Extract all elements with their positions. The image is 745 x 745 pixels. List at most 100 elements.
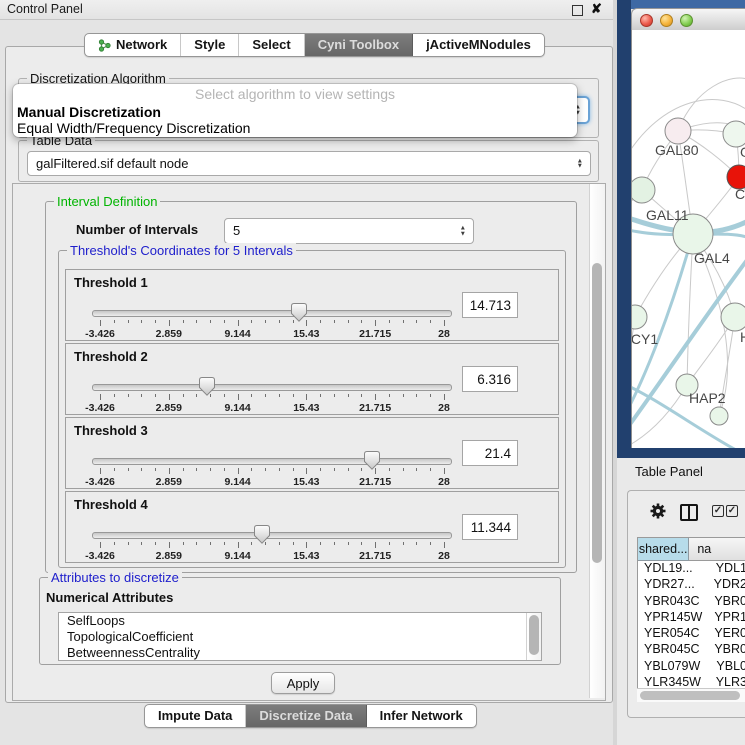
interval-definition-group-label: Interval Definition: [54, 194, 160, 209]
attribute-list-item[interactable]: SelfLoops: [59, 613, 541, 629]
tab-select[interactable]: Select: [239, 34, 304, 56]
network-icon: [98, 39, 111, 52]
control-panel-title: Control Panel: [7, 2, 83, 16]
threshold-4-panel: Threshold 4 -3.4262.8599.14415.4321.71528: [65, 491, 559, 563]
close-traffic-light-icon[interactable]: [640, 14, 653, 27]
table-panel-container: ✓ ✓ shared... na YDL19...YDL1YDR27...YDR…: [627, 490, 745, 718]
cyni-mode-tab-bar: Impute DataDiscretize DataInfer Network: [144, 704, 477, 728]
threshold-1-value-field[interactable]: [462, 292, 518, 318]
threshold-1-slider[interactable]: -3.4262.8599.14415.4321.71528: [92, 310, 452, 338]
algorithm-dropdown-popup: Select algorithm to view settings Manual…: [13, 84, 577, 137]
table-row[interactable]: YDL19...YDL1: [638, 561, 745, 577]
node-table[interactable]: shared... na YDL19...YDL1YDR27...YDR2YBR…: [637, 537, 745, 690]
table-row[interactable]: YER054CYER0: [638, 626, 745, 642]
node-label: HAP2: [689, 390, 726, 406]
checkbox-icon[interactable]: ✓: [726, 505, 738, 517]
dropdown-option-equal-width-frequency-discretization[interactable]: Equal Width/Frequency Discretization: [13, 120, 577, 136]
node-label: GCY1: [632, 331, 658, 347]
threshold-3-value-field[interactable]: [462, 440, 518, 466]
thresholds-group: Threshold's Coordinates for 5 Intervals …: [58, 250, 566, 568]
table-data-value: galFiltered.sif default node: [36, 156, 188, 171]
dropdown-hint: Select algorithm to view settings: [13, 84, 577, 104]
number-of-intervals-spinner[interactable]: 5 ▲▼: [224, 218, 474, 244]
tab-discretize-data[interactable]: Discretize Data: [246, 705, 366, 727]
screenshot-root: Control Panel ✘ NetworkStyleSelectCyni T…: [0, 0, 745, 745]
dropdown-options: Manual DiscretizationEqual Width/Frequen…: [13, 104, 577, 136]
attributes-group-label: Attributes to discretize: [48, 570, 182, 585]
split-columns-icon[interactable]: [680, 504, 698, 521]
numerical-attributes-list[interactable]: SelfLoopsTopologicalCoefficientBetweenne…: [58, 612, 542, 661]
right-node[interactable]: [721, 303, 745, 331]
close-icon[interactable]: ✘: [591, 1, 602, 17]
number-of-intervals-label: Number of Intervals: [76, 222, 198, 237]
threshold-2-slider[interactable]: -3.4262.8599.14415.4321.71528: [92, 384, 452, 412]
node-label: C: [735, 186, 745, 202]
interval-definition-group: Interval Definition Number of Intervals …: [45, 201, 577, 573]
combo-stepper-icon: ▲▼: [577, 158, 583, 169]
tab-jactivemnodules[interactable]: jActiveMNodules: [413, 34, 544, 56]
dropdown-option-manual-discretization[interactable]: Manual Discretization: [13, 104, 577, 120]
desktop-background: [617, 0, 631, 458]
tab-impute-data[interactable]: Impute Data: [145, 705, 246, 727]
node-label: GAL80: [655, 142, 699, 158]
thresholds-group-label: Threshold's Coordinates for 5 Intervals: [67, 243, 296, 258]
settings-scroll-panel: Interval Definition Number of Intervals …: [12, 183, 606, 701]
table-data-combobox[interactable]: galFiltered.sif default node ▲▼: [27, 151, 591, 176]
attribute-list-item[interactable]: BetweennessCentrality: [59, 645, 541, 661]
scrollbar-thumb[interactable]: [640, 691, 740, 700]
scrollbar-thumb[interactable]: [592, 263, 602, 563]
spinner-stepper-icon: ▲▼: [460, 226, 466, 237]
number-of-intervals-value: 5: [233, 223, 240, 238]
network-graph: GAL80 GA C GAL11 GAL4 GCY1 H HAP2: [632, 30, 745, 448]
gcy1-node[interactable]: [632, 305, 647, 329]
tab-cyni-toolbox[interactable]: Cyni Toolbox: [305, 34, 413, 56]
node-label: GAL11: [646, 207, 689, 223]
threshold-2-value-field[interactable]: [462, 366, 518, 392]
table-panel: Table Panel ✓ ✓ shared... na YDL19...YDL…: [617, 458, 745, 745]
table-row[interactable]: YPR145WYPR1: [638, 610, 745, 626]
table-row[interactable]: YBR045CYBR0: [638, 642, 745, 658]
zoom-traffic-light-icon[interactable]: [680, 14, 693, 27]
column-header-shared-name[interactable]: shared...: [638, 538, 689, 561]
threshold-2-label: Threshold 2: [74, 349, 148, 364]
threshold-4-slider[interactable]: -3.4262.8599.14415.4321.71528: [92, 532, 452, 560]
threshold-1-label: Threshold 1: [74, 275, 148, 290]
column-header-name[interactable]: na: [689, 538, 745, 561]
network-view-canvas[interactable]: GAL80 GA C GAL11 GAL4 GCY1 H HAP2: [631, 30, 745, 448]
threshold-1-panel: Threshold 1 -3.4262.8599.14415.4321.71528: [65, 269, 559, 341]
control-panel-tab-bar: NetworkStyleSelectCyni ToolboxjActiveMNo…: [84, 33, 545, 57]
node-label: GA: [740, 144, 745, 160]
attributes-list-scrollbar[interactable]: [526, 613, 541, 660]
threshold-4-value-field[interactable]: [462, 514, 518, 540]
float-window-icon[interactable]: [572, 5, 583, 16]
attributes-group: Attributes to discretize Numerical Attri…: [39, 577, 561, 665]
gal80-node[interactable]: [665, 118, 691, 144]
threshold-3-label: Threshold 3: [74, 423, 148, 438]
tab-infer-network[interactable]: Infer Network: [367, 705, 476, 727]
table-header-row: shared... na: [638, 538, 745, 561]
table-row[interactable]: YBL079WYBL0: [638, 659, 745, 675]
threshold-3-panel: Threshold 3 -3.4262.8599.14415.4321.71528: [65, 417, 559, 489]
settings-panel-scrollbar[interactable]: [589, 184, 605, 698]
table-horizontal-scrollbar[interactable]: [637, 688, 745, 702]
tab-style[interactable]: Style: [181, 34, 239, 56]
minimize-traffic-light-icon[interactable]: [660, 14, 673, 27]
checkbox-icon[interactable]: ✓: [712, 505, 724, 517]
node-label: GAL4: [694, 250, 730, 266]
apply-button[interactable]: Apply: [271, 672, 335, 694]
threshold-4-label: Threshold 4: [74, 497, 148, 512]
node-label: H: [740, 329, 745, 345]
table-data-group: Table Data galFiltered.sif default node …: [18, 140, 599, 182]
gear-icon[interactable]: [649, 502, 667, 525]
table-panel-title: Table Panel: [635, 464, 703, 479]
threshold-3-slider[interactable]: -3.4262.8599.14415.4321.71528: [92, 458, 452, 486]
network-window-titlebar[interactable]: [631, 8, 745, 32]
tab-network[interactable]: Network: [85, 34, 181, 56]
scrollbar-thumb[interactable]: [529, 615, 539, 655]
attribute-list-item[interactable]: TopologicalCoefficient: [59, 629, 541, 645]
gal11-node[interactable]: [632, 177, 655, 203]
table-row[interactable]: YBR043CYBR0: [638, 594, 745, 610]
bottom-node[interactable]: [710, 407, 728, 425]
control-panel-titlebar: Control Panel ✘: [0, 0, 617, 20]
table-row[interactable]: YDR27...YDR2: [638, 577, 745, 593]
